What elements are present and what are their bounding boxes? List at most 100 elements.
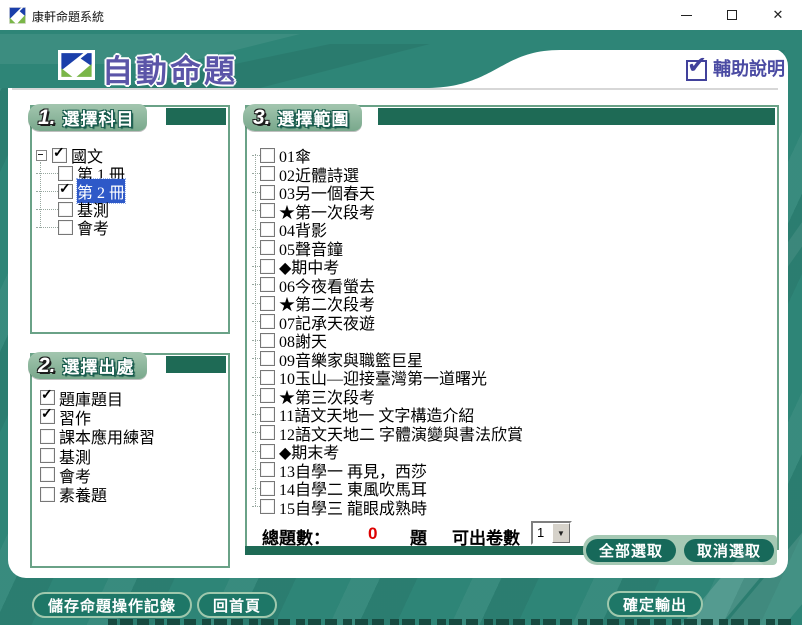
tree-stub [252,321,260,322]
checkbox[interactable] [260,481,275,496]
checkbox[interactable]: ✓ [40,390,55,405]
item-label: 會考 [77,215,109,239]
scope-item[interactable]: 15自學三 龍眼成熟時 [252,498,523,517]
checkbox[interactable] [40,429,55,444]
tree-stub [252,173,260,174]
panel3-title: 選擇範圍 [278,105,350,130]
checkbox[interactable] [260,148,275,163]
checkbox[interactable] [260,407,275,422]
checkbox[interactable] [260,444,275,459]
source-option[interactable]: 基測 [40,446,155,465]
source-option[interactable]: ✓題庫題目 [40,388,155,407]
panel2-title: 選擇出處 [63,353,135,378]
total-count-value: 0 [368,524,377,544]
item-label: 素養題 [59,482,107,506]
marquee-text-clipped [108,619,794,625]
tree-stub [252,414,260,415]
scope-list: 01傘02近體詩選03另一個春天★第一次段考04背影05聲音鐘◆期中考06今夜看… [252,146,523,516]
panel2-header: 2. 選擇出處 [28,352,147,379]
checkbox[interactable]: ✓ [52,148,67,163]
help-label: 輔助說明 [713,55,785,81]
save-log-button[interactable]: 儲存命題操作記錄 [32,592,192,618]
source-option[interactable]: 課本應用練習 [40,427,155,446]
help-button[interactable]: ✔ 輔助說明 [686,55,785,81]
tree-stub [252,358,260,359]
home-button[interactable]: 回首頁 [197,592,277,618]
checkbox[interactable] [260,314,275,329]
checkbox[interactable] [260,499,275,514]
tree-stub [252,469,260,470]
tree-stub [252,303,260,304]
maximize-button[interactable] [709,0,755,30]
panel3-header-bar [378,108,775,125]
tree-stub [252,488,260,489]
panel1-header-bar [166,108,226,125]
panel1-title: 選擇科目 [63,105,135,130]
checkbox[interactable] [260,462,275,477]
checkbox[interactable] [58,202,73,217]
panel1-number: 1. [38,106,56,130]
checkbox[interactable] [58,220,73,235]
total-unit-label: 題 [410,524,427,549]
checkbox[interactable] [58,166,73,181]
title-bar: 康軒命題系統 ✕ [0,0,802,30]
select-all-button[interactable]: 全部選取 [586,539,676,562]
tree-connector [40,162,41,228]
panel2-number: 2. [38,354,56,378]
tree-stub [252,266,260,267]
panel3-number: 3. [253,106,271,130]
checkbox[interactable] [260,166,275,181]
checkbox[interactable] [260,185,275,200]
source-option[interactable]: 素養題 [40,484,155,503]
checkbox[interactable] [40,467,55,482]
tree-stub [252,506,260,507]
tree-expander-icon[interactable] [36,150,47,161]
tree-stub [252,210,260,211]
tree-stub [252,284,260,285]
tree-stub [252,247,260,248]
checkbox[interactable] [260,370,275,385]
checkbox[interactable]: ✓ [40,409,55,424]
subject-tree-item[interactable]: 會考 [36,218,125,236]
source-list: ✓題庫題目✓習作課本應用練習基測會考素養題 [40,388,155,504]
checkbox[interactable] [260,296,275,311]
scope-connector [255,154,256,506]
tree-stub [252,229,260,230]
tree-stub [252,395,260,396]
kangxuan-logo [60,52,93,78]
tree-stub [252,377,260,378]
confirm-output-button[interactable]: 確定輸出 [607,591,703,617]
minimize-button[interactable] [663,0,709,30]
tree-stub [252,340,260,341]
subject-tree: ✓國文第 1 冊✓第 2 冊基測會考 [36,146,125,236]
total-count-label: 總題數： [262,524,330,549]
checkbox[interactable] [260,222,275,237]
tree-stub [252,155,260,156]
checkbox[interactable] [40,448,55,463]
panel2-header-bar [166,356,226,373]
checkbox[interactable] [260,388,275,403]
checkbox[interactable] [260,277,275,292]
deselect-button[interactable]: 取消選取 [684,539,774,562]
checkbox[interactable] [260,333,275,348]
checkbox[interactable] [260,351,275,366]
checkbox[interactable]: ✓ [58,184,73,199]
panel3-header: 3. 選擇範圍 [243,104,362,131]
window-title: 康軒命題系統 [32,8,104,25]
app-icon [9,7,26,24]
tree-stub [252,432,260,433]
page-title: 自動命題 [102,46,238,91]
tree-stub [252,451,260,452]
panel1-header: 1. 選擇科目 [28,104,147,131]
checkbox[interactable] [260,240,275,255]
copies-label: 可出卷數 [452,524,520,549]
copies-dropdown[interactable]: 1 ▼ [531,521,572,545]
checkbox[interactable] [260,259,275,274]
check-icon: ✔ [686,60,707,81]
checkbox[interactable] [260,425,275,440]
checkbox[interactable] [40,487,55,502]
close-button[interactable]: ✕ [755,0,801,30]
checkbox[interactable] [260,203,275,218]
tree-stub [252,192,260,193]
dropdown-arrow-icon[interactable]: ▼ [552,523,570,543]
